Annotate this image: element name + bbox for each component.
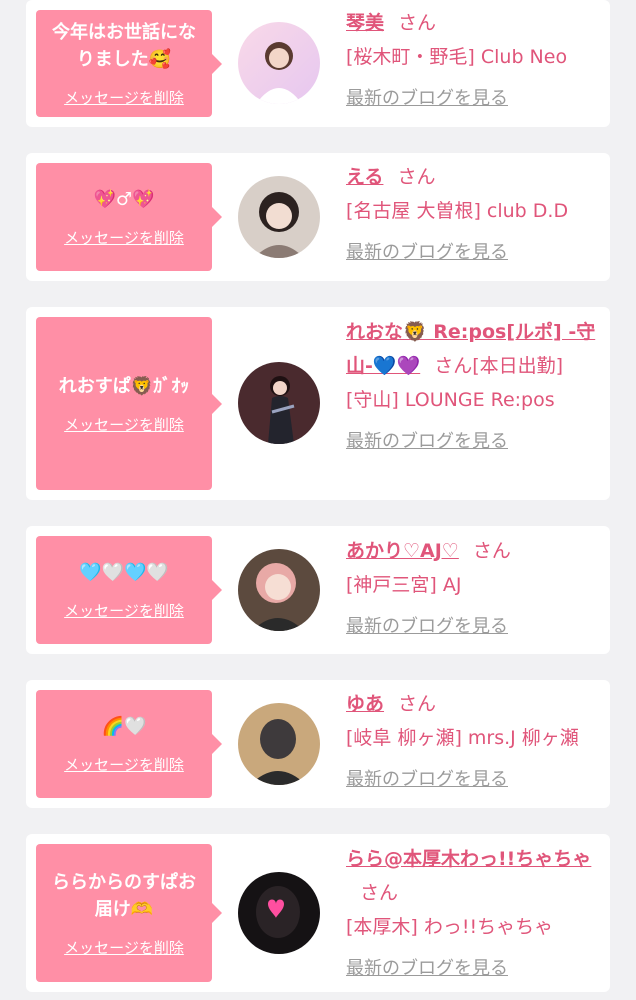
honorific: さん xyxy=(397,166,436,188)
girl-info: らら@本厚木わっ!!ちゃちゃさん [本厚木] わっ!!ちゃちゃ 最新のブログを見… xyxy=(346,842,608,986)
avatar[interactable] xyxy=(238,22,320,104)
girl-info: ゆあ さん [岐阜 柳ヶ瀬] mrs.J 柳ヶ瀬 最新のブログを見る xyxy=(346,687,608,797)
delete-message-link[interactable]: メッセージを削除 xyxy=(64,414,184,435)
avatar-photo-icon xyxy=(238,176,320,258)
girl-name-link[interactable]: ゆあ xyxy=(346,693,384,715)
shop-name: [岐阜 柳ヶ瀬] mrs.J 柳ヶ瀬 xyxy=(346,727,579,749)
message-text: 今年はお世話になりました🥰 xyxy=(52,22,196,70)
shop-name: [桜木町・野毛] Club Neo xyxy=(346,46,568,68)
avatar-photo-icon xyxy=(238,703,320,785)
latest-blog-link[interactable]: 最新のブログを見る xyxy=(346,763,608,797)
girl-info: れおな🦁 Re:pos[ルポ] -守山-💙💜 さん[本日出勤] [守山] LOUN… xyxy=(346,315,608,459)
girl-info: 琴美 さん [桜木町・野毛] Club Neo 最新のブログを見る xyxy=(346,6,608,116)
girl-info: える さん [名古屋 大曽根] club D.D 最新のブログを見る xyxy=(346,160,608,270)
latest-blog-link[interactable]: 最新のブログを見る xyxy=(346,952,608,986)
avatar[interactable] xyxy=(238,176,320,258)
delete-message-link[interactable]: メッセージを削除 xyxy=(64,754,184,775)
message-text: れおすぱ🦁ｶﾞｵｯ xyxy=(58,375,190,397)
honorific: さん xyxy=(398,12,437,34)
message-card: 💖♂︎💖 メッセージを削除 える さん [名古屋 大曽根] club D.D 最新… xyxy=(26,153,610,281)
message-bubble: 🌈🤍 メッセージを削除 xyxy=(36,690,222,798)
message-text: ららからのすぱお届け🫶 xyxy=(52,871,196,920)
girl-info: あかり♡AJ♡ さん [神戸三宮] AJ 最新のブログを見る xyxy=(346,534,608,644)
girl-name-link[interactable]: あかり♡AJ♡ xyxy=(346,540,459,562)
girl-name-link[interactable]: らら@本厚木わっ!!ちゃちゃ xyxy=(346,848,591,870)
honorific: さん xyxy=(472,540,511,562)
message-bubble: 🩵🤍🩵🤍 メッセージを削除 xyxy=(36,536,222,644)
avatar[interactable] xyxy=(238,703,320,785)
girl-name-link[interactable]: 琴美 xyxy=(346,12,384,34)
avatar-photo-icon xyxy=(238,872,320,954)
message-bubble: 今年はお世話になりました🥰 メッセージを削除 xyxy=(36,10,222,117)
honorific: さん xyxy=(398,693,437,715)
latest-blog-link[interactable]: 最新のブログを見る xyxy=(346,610,608,644)
message-bubble: ららからのすぱお届け🫶 メッセージを削除 xyxy=(36,844,222,982)
latest-blog-link[interactable]: 最新のブログを見る xyxy=(346,82,608,116)
shop-name: [神戸三宮] AJ xyxy=(346,574,462,596)
delete-message-link[interactable]: メッセージを削除 xyxy=(64,600,184,621)
girl-name-link[interactable]: える xyxy=(346,166,383,188)
status-text: [本日出勤] xyxy=(472,355,564,377)
message-bubble: 💖♂︎💖 メッセージを削除 xyxy=(36,163,222,271)
message-card: れおすぱ🦁ｶﾞｵｯ メッセージを削除 れおな🦁 Re:pos[ルポ] -守山-💙… xyxy=(26,307,610,500)
message-card: 今年はお世話になりました🥰 メッセージを削除 琴美 さん [桜木町・野毛] Clu… xyxy=(26,0,610,127)
message-text: 🩵🤍🩵🤍 xyxy=(79,562,169,583)
message-card: ららからのすぱお届け🫶 メッセージを削除 らら@本厚木わっ!!ちゃちゃさん [本… xyxy=(26,834,610,992)
shop-name: [名古屋 大曽根] club D.D xyxy=(346,200,569,222)
avatar[interactable] xyxy=(238,362,320,444)
avatar-photo-icon xyxy=(238,362,320,444)
message-card: 🩵🤍🩵🤍 メッセージを削除 あかり♡AJ♡ さん [神戸三宮] AJ 最新のブログ… xyxy=(26,526,610,654)
honorific: さん xyxy=(434,355,473,377)
delete-message-link[interactable]: メッセージを削除 xyxy=(64,227,184,248)
latest-blog-link[interactable]: 最新のブログを見る xyxy=(346,425,608,459)
avatar-photo-icon xyxy=(238,549,320,631)
shop-name: [本厚木] わっ!!ちゃちゃ xyxy=(346,916,554,938)
honorific: さん xyxy=(360,882,399,904)
message-text: 🌈🤍 xyxy=(101,716,147,737)
avatar-photo-icon xyxy=(238,22,320,104)
delete-message-link[interactable]: メッセージを削除 xyxy=(64,87,184,108)
delete-message-link[interactable]: メッセージを削除 xyxy=(64,937,184,958)
avatar[interactable] xyxy=(238,549,320,631)
latest-blog-link[interactable]: 最新のブログを見る xyxy=(346,236,608,270)
shop-name: [守山] LOUNGE Re:pos xyxy=(346,389,555,411)
message-text: 💖♂︎💖 xyxy=(93,189,155,210)
message-card: 🌈🤍 メッセージを削除 ゆあ さん [岐阜 柳ヶ瀬] mrs.J 柳ヶ瀬 最新のブ… xyxy=(26,680,610,808)
avatar[interactable] xyxy=(238,872,320,954)
message-bubble: れおすぱ🦁ｶﾞｵｯ メッセージを削除 xyxy=(36,317,222,490)
